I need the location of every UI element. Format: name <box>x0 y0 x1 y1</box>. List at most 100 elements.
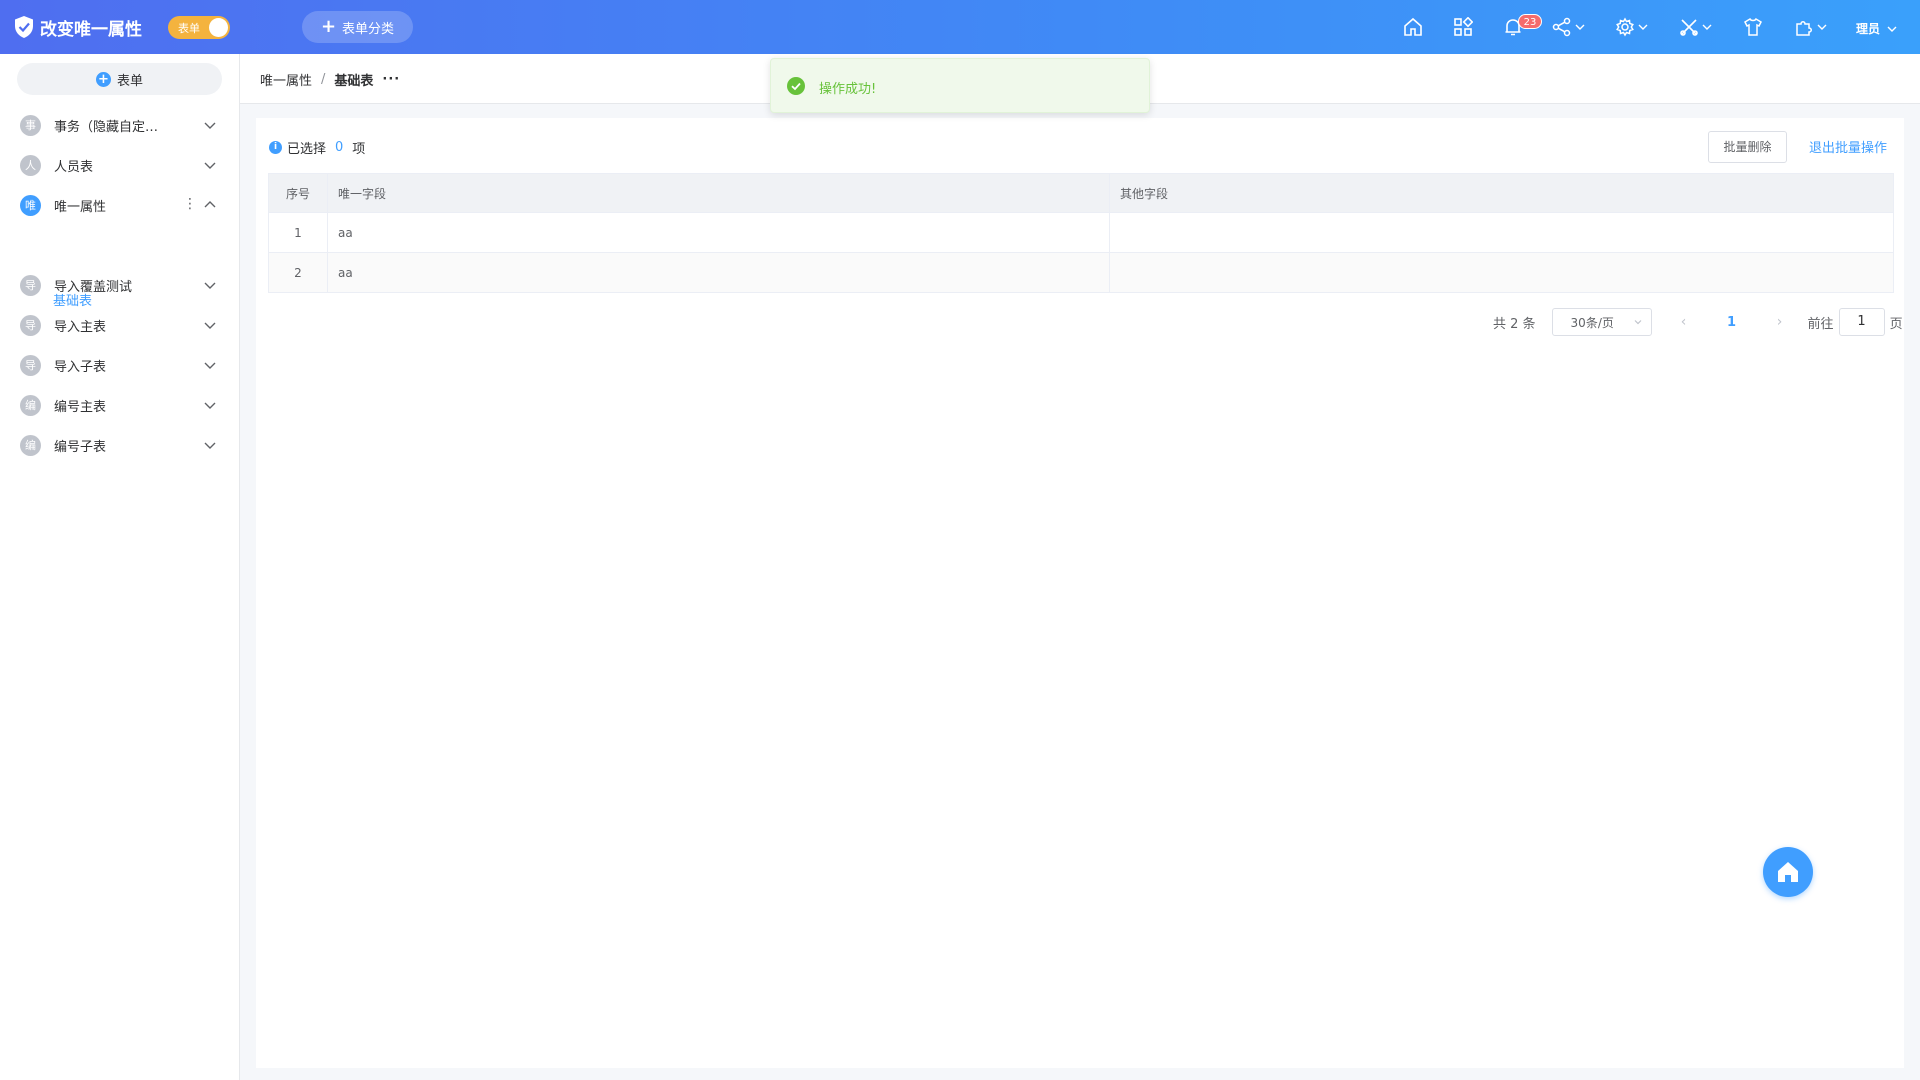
more-horizontal-icon[interactable]: ··· <box>382 72 400 87</box>
sidebar-item-number-sub[interactable]: 编 编号子表 <box>0 425 240 465</box>
batch-delete-button[interactable]: 批量删除 <box>1708 131 1787 163</box>
user-name: 理员 <box>1856 22 1881 36</box>
user-menu[interactable]: 理员 <box>1856 20 1898 37</box>
chevron-down-icon <box>1575 24 1585 30</box>
success-toast: 操作成功! <box>770 58 1150 113</box>
apps-icon[interactable] <box>1453 16 1473 38</box>
pagination: 共 2 条 30条/页 ‹ 1 › 前往 1 页 <box>1493 308 1903 336</box>
selection-info: i 已选择 0 项 <box>269 138 365 157</box>
breadcrumb: 唯一属性 / 基础表 ··· <box>260 70 400 89</box>
plus-icon: + <box>320 16 337 37</box>
goto-page-input[interactable]: 1 <box>1838 308 1885 336</box>
shield-logo-icon <box>15 16 33 38</box>
avatar: 人 <box>20 154 41 176</box>
data-table: 序号 唯一字段 其他字段 1 aa 2 aa <box>268 173 1894 293</box>
toggle-label: 表单 <box>178 22 200 35</box>
sidebar-item-personnel[interactable]: 人 人员表 <box>0 145 240 185</box>
table-row[interactable]: 1 aa <box>268 212 1894 253</box>
app-title: 改变唯一属性 <box>40 20 142 40</box>
toggle-knob <box>209 18 228 37</box>
chevron-down-icon <box>204 402 216 409</box>
sidebar-item-label: 编号主表 <box>54 399 107 415</box>
next-page-icon[interactable]: › <box>1770 314 1790 330</box>
chevron-down-icon <box>1638 24 1648 30</box>
selection-count: 0 <box>335 140 344 155</box>
row-index: 1 <box>268 212 328 253</box>
more-vertical-icon[interactable]: ⋮ <box>183 197 197 211</box>
sidebar: + 表单 事 事务（隐藏自定… 人 人员表 唯 唯一属性 ⋮ 基础表 导 导入覆… <box>0 54 240 1080</box>
chevron-down-icon <box>204 442 216 449</box>
plugin-icon[interactable] <box>1794 16 1828 38</box>
sidebar-item-affairs[interactable]: 事 事务（隐藏自定… <box>0 105 240 145</box>
add-form-button[interactable]: + 表单 <box>17 63 222 95</box>
sidebar-item-label: 人员表 <box>54 159 94 175</box>
breadcrumb-separator: / <box>321 72 326 87</box>
goto-label: 前往 <box>1807 316 1834 332</box>
notification-badge: 23 <box>1518 14 1542 29</box>
gear-icon[interactable] <box>1615 16 1649 38</box>
form-mode-toggle[interactable]: 表单 <box>168 16 230 39</box>
cell-other[interactable] <box>1109 212 1894 253</box>
chevron-down-icon <box>204 322 216 329</box>
info-icon: i <box>269 141 282 154</box>
avatar: 导 <box>20 314 41 336</box>
column-header: 序号 <box>268 173 328 213</box>
sidebar-item-unique-attr[interactable]: 唯 唯一属性 ⋮ <box>0 185 240 225</box>
home-icon[interactable] <box>1403 16 1423 38</box>
breadcrumb-parent[interactable]: 唯一属性 <box>260 70 312 89</box>
avatar: 唯 <box>20 194 41 216</box>
pagination-total: 共 2 条 <box>1493 316 1536 332</box>
prev-page-icon[interactable]: ‹ <box>1674 314 1694 330</box>
chevron-down-icon <box>1887 26 1897 32</box>
exit-batch-button[interactable]: 退出批量操作 <box>1809 137 1887 156</box>
plus-circle-icon: + <box>95 71 111 87</box>
chevron-down-icon <box>1817 24 1827 30</box>
breadcrumb-current: 基础表 <box>334 74 374 89</box>
sidebar-item-label: 导入覆盖测试 <box>54 279 133 295</box>
check-circle-icon <box>787 77 805 95</box>
page-number[interactable]: 1 <box>1722 315 1742 330</box>
sidebar-item-import-sub[interactable]: 导 导入子表 <box>0 345 240 385</box>
tools-icon[interactable] <box>1679 16 1713 38</box>
column-header[interactable]: 唯一字段 <box>327 173 1110 213</box>
avatar: 编 <box>20 394 41 416</box>
add-category-label: 表单分类 <box>342 21 395 37</box>
chevron-down-icon <box>1634 320 1641 325</box>
add-form-category-button[interactable]: + 表单分类 <box>302 11 413 43</box>
chevron-down-icon <box>1702 24 1712 30</box>
floating-home-button[interactable] <box>1763 847 1813 897</box>
chevron-up-icon <box>204 201 216 208</box>
sidebar-item-label: 导入子表 <box>54 359 107 375</box>
shirt-icon[interactable] <box>1743 16 1763 38</box>
cell-unique[interactable]: aa <box>327 212 1110 253</box>
chevron-down-icon <box>204 282 216 289</box>
content-card: i 已选择 0 项 批量删除 退出批量操作 序号 唯一字段 其他字段 1 aa … <box>256 118 1904 1068</box>
selection-prefix: 已选择 <box>287 142 327 157</box>
selection-suffix: 项 <box>352 142 366 157</box>
home-icon <box>1778 862 1798 882</box>
page-suffix: 页 <box>1889 316 1903 332</box>
sidebar-item-label: 事务（隐藏自定… <box>54 119 159 135</box>
add-form-label: 表单 <box>116 73 143 89</box>
sidebar-item-import-main[interactable]: 导 导入主表 <box>0 305 240 345</box>
top-header: 改变唯一属性 表单 + 表单分类 23 理员 <box>0 0 1920 54</box>
chevron-down-icon <box>204 362 216 369</box>
avatar: 导 <box>20 354 41 376</box>
page-size-value: 30条/页 <box>1570 315 1614 330</box>
row-index: 2 <box>268 252 328 293</box>
sidebar-item-import-overwrite[interactable]: 导 导入覆盖测试 <box>0 265 240 305</box>
column-header[interactable]: 其他字段 <box>1109 173 1894 213</box>
sidebar-item-number-main[interactable]: 编 编号主表 <box>0 385 240 425</box>
avatar: 导 <box>20 274 41 296</box>
cell-other[interactable] <box>1109 252 1894 293</box>
sidebar-item-label: 导入主表 <box>54 319 107 335</box>
table-header-row: 序号 唯一字段 其他字段 <box>268 173 1894 213</box>
page-size-select[interactable]: 30条/页 <box>1551 308 1652 336</box>
share-icon[interactable] <box>1552 16 1586 38</box>
avatar: 事 <box>20 114 41 136</box>
cell-unique[interactable]: aa <box>327 252 1110 293</box>
table-row[interactable]: 2 aa <box>268 252 1894 293</box>
toast-message: 操作成功! <box>819 82 877 97</box>
avatar: 编 <box>20 434 41 456</box>
sidebar-item-label: 唯一属性 <box>54 199 107 215</box>
